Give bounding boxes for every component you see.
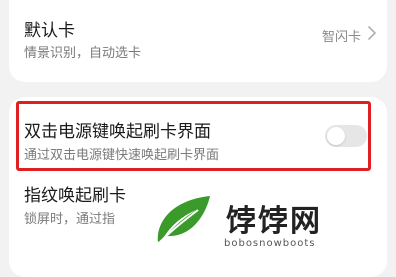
- fingerprint-setting-subtitle: 锁屏时，通过指: [24, 212, 116, 227]
- chevron-right-icon: [368, 26, 376, 40]
- default-card-row[interactable]: 默认卡 情景识别，自动选卡 智闪卡: [9, 0, 387, 82]
- default-card-subtitle: 情景识别，自动选卡: [24, 46, 142, 61]
- default-card-value: 智闪卡: [321, 30, 361, 45]
- default-card-panel: 默认卡 情景识别，自动选卡 智闪卡: [9, 0, 387, 82]
- fingerprint-setting-title: 指纹唤起刷卡: [24, 186, 126, 206]
- watermark-domain: bobosnowboots: [224, 238, 316, 249]
- watermark-overlay: 饽饽网 bobosnowboots: [140, 186, 380, 258]
- watermark-name: 饽饽网: [226, 204, 322, 239]
- highlight-box: [16, 101, 371, 171]
- default-card-title: 默认卡: [24, 21, 75, 41]
- leaf-logo-icon: [157, 196, 210, 243]
